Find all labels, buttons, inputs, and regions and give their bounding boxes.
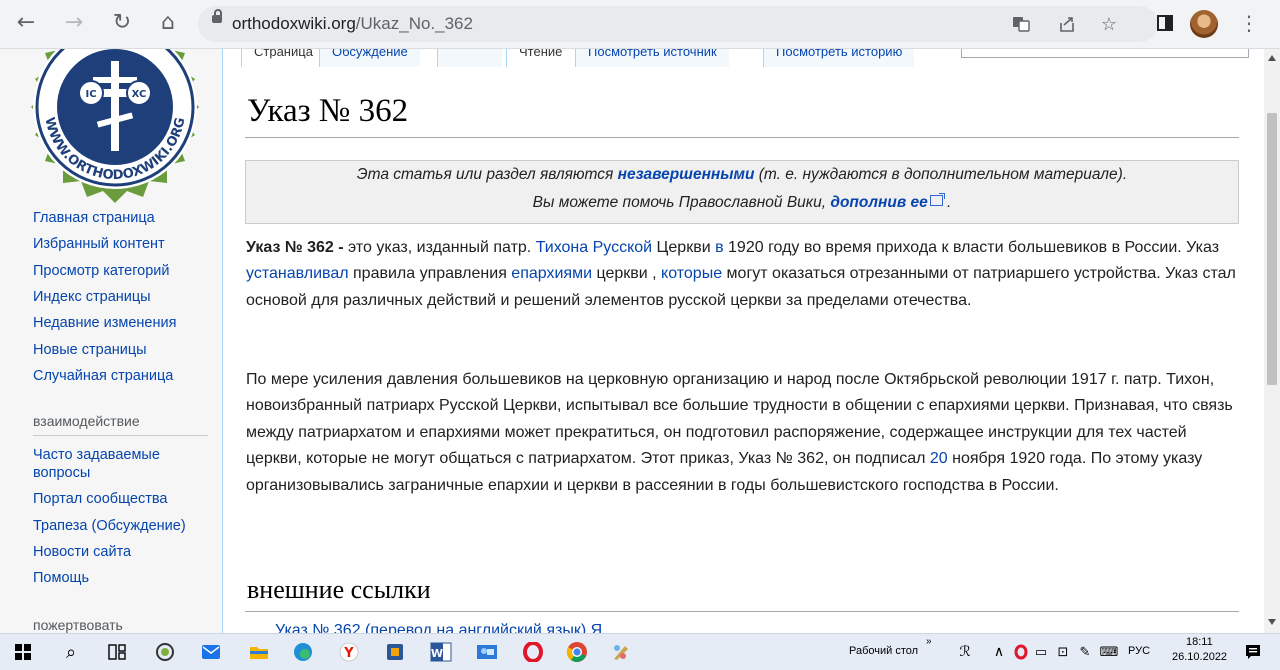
home-icon[interactable]: ⌂ — [152, 6, 184, 38]
svg-text:XC: XC — [132, 89, 147, 100]
section-divider — [245, 611, 1239, 612]
reload-icon[interactable]: ↻ — [106, 6, 138, 38]
external-link-icon — [929, 193, 945, 206]
page-title: Указ № 362 — [247, 93, 409, 129]
search-icon[interactable]: ⌕ — [56, 638, 86, 666]
stub-notice: Эта статья или раздел являются незаверше… — [245, 160, 1239, 224]
tab-discussion[interactable]: Обсуждение — [319, 49, 420, 67]
file-explorer-icon[interactable] — [244, 638, 274, 666]
page-scrollbar[interactable] — [1264, 49, 1280, 633]
word-app-icon[interactable]: W — [426, 638, 456, 666]
photos-app-icon[interactable] — [472, 638, 502, 666]
browser-toolbar: ← → ↻ ⌂ orthodoxwiki.org/Ukaz_No._362 ☆ … — [0, 0, 1280, 49]
external-link-item[interactable]: Указ № 362 (перевод на английский язык) … — [275, 622, 602, 633]
scroll-up-arrow-icon[interactable] — [1268, 55, 1276, 61]
more-menu-icon[interactable]: ⋮ — [1234, 8, 1264, 38]
sidebar-item-new-pages[interactable]: Новые страницы — [33, 342, 147, 358]
lock-icon — [212, 9, 222, 23]
url-text[interactable]: orthodoxwiki.org/Ukaz_No._362 — [232, 14, 473, 34]
incomplete-link[interactable]: незавершенными — [618, 166, 755, 183]
sidebar-item-site-news[interactable]: Новости сайта — [33, 544, 131, 560]
sidebar-item-featured[interactable]: Избранный контент — [33, 236, 165, 252]
bookmark-star-icon[interactable]: ☆ — [1098, 13, 1120, 35]
clock-time[interactable]: 18:11 — [1186, 636, 1213, 648]
people-icon[interactable]: ℛ — [950, 638, 980, 666]
cortana-icon[interactable] — [150, 638, 180, 666]
paragraph-1: Указ № 362 - это указ, изданный патр. Ти… — [246, 239, 1236, 309]
link-in[interactable]: в — [715, 239, 724, 256]
sidebar-heading-donate: пожертвовать — [33, 617, 123, 633]
link-which[interactable]: которые — [661, 265, 722, 282]
edge-browser-icon[interactable] — [288, 638, 318, 666]
link-20[interactable]: 20 — [930, 450, 948, 467]
toolbar-expand-icon[interactable]: » — [926, 636, 932, 647]
sidebar-item-help[interactable]: Помощь — [33, 570, 89, 586]
article-content: Страница Обсуждение Чтение Посмотреть ис… — [222, 49, 1264, 633]
scroll-thumb[interactable] — [1267, 113, 1277, 385]
side-panel-icon[interactable] — [1150, 8, 1180, 38]
scroll-down-arrow-icon[interactable] — [1268, 619, 1276, 625]
input-language-indicator[interactable]: РУС — [1128, 645, 1150, 657]
sidebar-item-main-page[interactable]: Главная страница — [33, 210, 155, 226]
keyboard-icon[interactable]: ⌨ — [1094, 638, 1124, 666]
orthodoxwiki-logo-icon[interactable]: WWW.ORTHODOXWIKI.ORG IC XC — [15, 49, 215, 209]
windows-taskbar: ⌕ Y W Рабочий стол » ℛ ∧ ▭ ⊡ ✎ ⌨ РУС 18:… — [0, 633, 1280, 670]
sidebar-item-trapeza[interactable]: Трапеза (Обсуждение) — [33, 518, 186, 534]
opera-browser-icon[interactable] — [518, 638, 548, 666]
translate-icon[interactable] — [1010, 13, 1032, 35]
yandex-browser-icon[interactable]: Y — [334, 638, 364, 666]
media-player-icon[interactable] — [380, 638, 410, 666]
address-bar[interactable]: orthodoxwiki.org/Ukaz_No._362 ☆ — [198, 6, 1158, 42]
sidebar-item-faq[interactable]: Часто задаваемые вопросы — [33, 446, 193, 482]
svg-text:Y: Y — [343, 646, 354, 661]
sidebar-item-community-portal[interactable]: Портал сообщества — [33, 491, 167, 507]
sidebar-item-random-page[interactable]: Случайная страница — [33, 368, 173, 384]
tab-blank — [437, 49, 502, 67]
sidebar-heading-interaction: взаимодействие — [33, 413, 140, 429]
search-input[interactable] — [961, 49, 1249, 58]
title-divider — [245, 137, 1239, 138]
section-heading-external-links: внешние ссылки — [247, 575, 431, 604]
sidebar: WWW.ORTHODOXWIKI.ORG IC XC Главная стран… — [0, 49, 222, 633]
chrome-browser-icon[interactable] — [562, 638, 592, 666]
link-established[interactable]: устанавливал — [246, 265, 349, 282]
paragraph-2: По мере усиления давления большевиков на… — [246, 371, 1233, 494]
tab-page[interactable]: Страница — [241, 49, 325, 67]
tab-view-history[interactable]: Посмотреть историю — [763, 49, 915, 67]
tab-read[interactable]: Чтение — [506, 49, 575, 67]
sidebar-item-page-index[interactable]: Индекс страницы — [33, 289, 151, 305]
link-eparchies[interactable]: епархиями — [511, 265, 592, 282]
sidebar-divider — [33, 435, 208, 436]
back-arrow-icon[interactable]: ← — [10, 6, 42, 38]
clock-date[interactable]: 26.10.2022 — [1172, 651, 1227, 663]
forward-arrow-icon[interactable]: → — [58, 6, 90, 38]
task-view-icon[interactable] — [102, 638, 132, 666]
tab-view-source[interactable]: Посмотреть источник — [575, 49, 729, 67]
link-tikhon[interactable]: Тихона Русской — [536, 239, 652, 256]
share-icon[interactable] — [1056, 13, 1078, 35]
windows-start-icon[interactable] — [8, 638, 38, 666]
svg-text:W: W — [431, 647, 443, 660]
svg-text:IC: IC — [85, 89, 96, 100]
mail-app-icon[interactable] — [196, 638, 226, 666]
sidebar-item-categories[interactable]: Просмотр категорий — [33, 263, 170, 279]
web-page: WWW.ORTHODOXWIKI.ORG IC XC Главная стран… — [0, 49, 1264, 633]
notification-center-icon[interactable] — [1238, 638, 1268, 666]
sidebar-item-recent-changes[interactable]: Недавние изменения — [33, 315, 176, 331]
profile-avatar[interactable] — [1190, 10, 1218, 38]
desktop-toolbar-label[interactable]: Рабочий стол — [849, 645, 918, 657]
edit-it-link[interactable]: дополнив ее — [830, 194, 927, 211]
paint-app-icon[interactable] — [606, 638, 636, 666]
